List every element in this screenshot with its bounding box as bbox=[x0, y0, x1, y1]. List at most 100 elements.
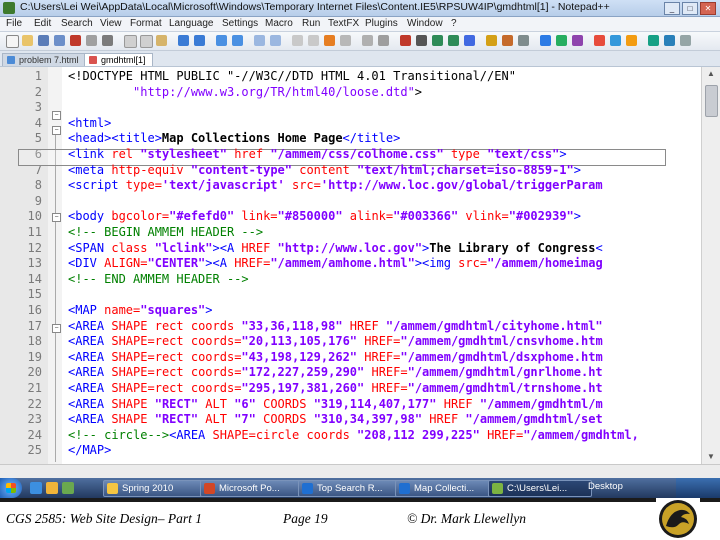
tab-gmdhtml[interactable]: gmdhtml[1] bbox=[84, 53, 153, 66]
line-number: 18 bbox=[27, 334, 42, 349]
window-title-bar: C:\Users\Lei Wei\AppData\Local\Microsoft… bbox=[0, 0, 720, 17]
line-number: 10 bbox=[27, 209, 42, 224]
scroll-up-icon[interactable]: ▲ bbox=[706, 69, 716, 79]
plugin-icon-8[interactable] bbox=[626, 35, 637, 46]
line-number: 22 bbox=[27, 396, 42, 411]
plugin-icon-7[interactable] bbox=[610, 35, 621, 46]
tab-problem-7[interactable]: problem 7.html bbox=[2, 53, 86, 66]
line-number: 14 bbox=[27, 271, 42, 286]
task-spring-2010[interactable]: Spring 2010 bbox=[103, 480, 203, 497]
line-number: 21 bbox=[27, 381, 42, 395]
notepad-plus-plus-icon bbox=[3, 2, 15, 14]
line-number: 17 bbox=[27, 318, 42, 333]
close-file-icon[interactable] bbox=[70, 35, 81, 46]
task-notepad-plus-plus[interactable]: C:\Users\Lei... bbox=[488, 480, 592, 497]
menu-search[interactable]: Search bbox=[61, 18, 93, 29]
menu-file[interactable]: File bbox=[6, 18, 22, 29]
line-number: 9 bbox=[34, 193, 42, 208]
menu-edit[interactable]: Edit bbox=[34, 18, 51, 29]
menu-plugins[interactable]: Plugins bbox=[365, 18, 398, 29]
zoom-out-icon[interactable] bbox=[270, 35, 281, 46]
media-quicklaunch-icon[interactable] bbox=[62, 482, 74, 494]
folder-icon bbox=[107, 483, 118, 494]
plugin-icon-9[interactable] bbox=[648, 35, 659, 46]
menu-help[interactable]: ? bbox=[451, 18, 457, 29]
code-editor[interactable]: 1 2 3 4 5 6 7 8 9 10 11 12 13 14 15 16 17 18 19 20 21 22 23 24 2… bbox=[0, 67, 720, 464]
fold-toggle-icon[interactable]: − bbox=[52, 213, 61, 222]
code-line: <AREA SHAPE=rect coords="43,198,129,262"… bbox=[68, 349, 603, 364]
word-wrap-icon[interactable] bbox=[308, 35, 319, 46]
run-macro-multiple-icon[interactable] bbox=[448, 35, 459, 46]
task-microsoft-powerpoint[interactable]: Microsoft Po... bbox=[200, 480, 304, 497]
play-macro-icon[interactable] bbox=[432, 35, 443, 46]
code-line: <body bgcolor="#efefd0" link="#850000" a… bbox=[68, 209, 582, 224]
menu-textfx[interactable]: TextFX bbox=[328, 18, 359, 29]
line-number: 3 bbox=[34, 100, 42, 115]
menu-language[interactable]: Language bbox=[169, 18, 214, 29]
ie-quicklaunch-icon[interactable] bbox=[30, 482, 42, 494]
desktop-toolbar-label[interactable]: Desktop bbox=[588, 481, 623, 492]
spellcheck-icon[interactable] bbox=[486, 35, 497, 46]
show-all-chars-icon[interactable] bbox=[324, 35, 335, 46]
replace-icon[interactable] bbox=[232, 35, 243, 46]
plugin-icon-1[interactable] bbox=[502, 35, 513, 46]
sync-scroll-icon[interactable] bbox=[292, 35, 303, 46]
fold-toggle-icon[interactable]: − bbox=[52, 324, 61, 333]
plugin-icon-5[interactable] bbox=[572, 35, 583, 46]
maximize-button[interactable]: □ bbox=[682, 2, 698, 15]
line-number: 2 bbox=[34, 84, 42, 99]
plugin-icon-3[interactable] bbox=[540, 35, 551, 46]
toolbar bbox=[0, 32, 720, 51]
menu-window[interactable]: Window bbox=[407, 18, 443, 29]
paste-icon[interactable] bbox=[156, 35, 167, 46]
line-number: 13 bbox=[27, 256, 42, 271]
save-macro-icon[interactable] bbox=[464, 35, 475, 46]
start-button[interactable] bbox=[0, 478, 22, 498]
scrollbar-thumb[interactable] bbox=[705, 85, 718, 117]
menu-view[interactable]: View bbox=[100, 18, 122, 29]
code-line: <!-- circle--><AREA SHAPE=circle coords … bbox=[68, 427, 639, 442]
zoom-in-icon[interactable] bbox=[254, 35, 265, 46]
stop-macro-icon[interactable] bbox=[416, 35, 427, 46]
plugin-icon-4[interactable] bbox=[556, 35, 567, 46]
user-lang-icon[interactable] bbox=[362, 35, 373, 46]
undo-icon[interactable] bbox=[178, 35, 189, 46]
line-number: 19 bbox=[27, 349, 42, 364]
plugin-icon-11[interactable] bbox=[680, 35, 691, 46]
menu-settings[interactable]: Settings bbox=[222, 18, 258, 29]
find-icon[interactable] bbox=[216, 35, 227, 46]
save-all-icon[interactable] bbox=[54, 35, 65, 46]
task-top-search[interactable]: Top Search R... bbox=[298, 480, 402, 497]
new-file-icon[interactable] bbox=[6, 35, 19, 48]
explorer-quicklaunch-icon[interactable] bbox=[46, 482, 58, 494]
indent-guide-icon[interactable] bbox=[340, 35, 351, 46]
horizontal-scrollbar[interactable] bbox=[0, 464, 720, 479]
vertical-scrollbar[interactable]: ▲ ▼ bbox=[701, 67, 720, 464]
plugin-icon-6[interactable] bbox=[594, 35, 605, 46]
redo-icon[interactable] bbox=[194, 35, 205, 46]
print-icon[interactable] bbox=[102, 35, 113, 46]
fold-toggle-icon[interactable]: − bbox=[52, 111, 61, 120]
menu-macro[interactable]: Macro bbox=[265, 18, 293, 29]
fold-toggle-icon[interactable]: − bbox=[52, 126, 61, 135]
menu-format[interactable]: Format bbox=[130, 18, 162, 29]
line-number: 16 bbox=[27, 303, 42, 317]
cut-icon[interactable] bbox=[124, 35, 137, 48]
doc-map-icon[interactable] bbox=[378, 35, 389, 46]
close-all-icon[interactable] bbox=[86, 35, 97, 46]
plugin-icon-10[interactable] bbox=[664, 35, 675, 46]
powerpoint-icon bbox=[204, 483, 215, 494]
close-button[interactable]: ✕ bbox=[700, 2, 716, 15]
save-icon[interactable] bbox=[38, 35, 49, 46]
copy-icon[interactable] bbox=[140, 35, 153, 48]
line-number: 1 bbox=[34, 69, 42, 83]
record-macro-icon[interactable] bbox=[400, 35, 411, 46]
menu-run[interactable]: Run bbox=[302, 18, 320, 29]
task-map-collections[interactable]: Map Collecti... bbox=[395, 480, 495, 497]
plugin-icon-2[interactable] bbox=[518, 35, 529, 46]
windows-taskbar: Spring 2010 Microsoft Po... Top Search R… bbox=[0, 478, 720, 498]
minimize-button[interactable]: _ bbox=[664, 2, 680, 15]
tab-label: problem 7.html bbox=[19, 55, 79, 65]
open-file-icon[interactable] bbox=[22, 35, 33, 46]
scroll-down-icon[interactable]: ▼ bbox=[706, 452, 716, 462]
